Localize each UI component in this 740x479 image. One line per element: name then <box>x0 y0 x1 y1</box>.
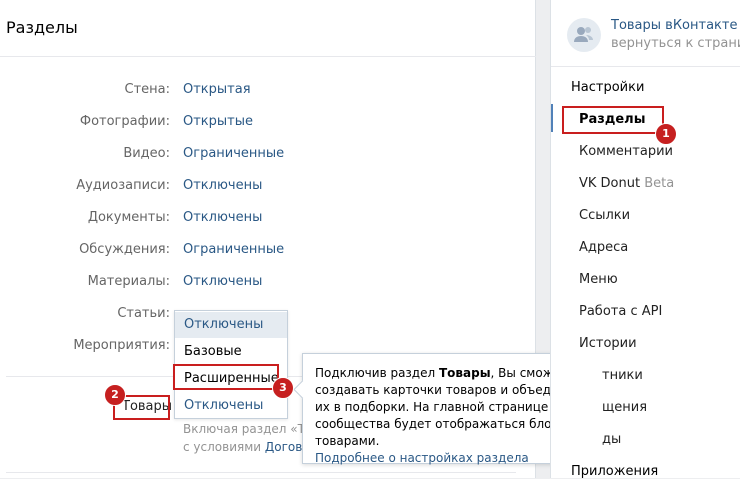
setting-label: Фотографии: <box>79 114 170 129</box>
highlight-sections <box>562 106 664 134</box>
header-divider <box>0 56 536 57</box>
setting-label: Обсуждения: <box>79 242 170 257</box>
step-badge-2: 2 <box>104 384 126 406</box>
sidebar-item-label: VK Donut <box>579 176 641 191</box>
sidebar-item-addresses[interactable]: Адреса <box>579 240 628 255</box>
community-name-link[interactable]: Товары вКонтакте <box>611 18 737 33</box>
dropdown-option-basic[interactable]: Базовые <box>175 339 287 365</box>
setting-label: Материалы: <box>87 274 170 289</box>
sidebar-divider <box>551 66 740 67</box>
setting-label: Мероприятия: <box>73 338 170 353</box>
hint-line: Включая раздел «То <box>183 422 313 436</box>
tooltip-text-prefix: Подключив раздел <box>315 366 439 380</box>
setting-value[interactable]: Открытая <box>183 82 251 97</box>
setting-row-audio: Аудиозаписи: Отключены <box>0 178 536 198</box>
section-divider-bottom <box>6 472 516 473</box>
setting-row-wall: Стена: Открытая <box>0 82 536 102</box>
sidebar-item-other[interactable]: ды <box>602 432 621 447</box>
setting-row-materials: Материалы: Отключены <box>0 274 536 294</box>
setting-value[interactable]: Ограниченные <box>183 242 284 257</box>
dropdown-current-value[interactable]: Отключены <box>175 393 287 419</box>
setting-row-discussions: Обсуждения: Ограниченные <box>0 242 536 262</box>
setting-row-photos: Фотографии: Открытые <box>0 114 536 134</box>
setting-label: Документы: <box>87 210 170 225</box>
active-indicator <box>551 104 553 132</box>
setting-label: Аудиозаписи: <box>76 178 170 193</box>
beta-badge: Beta <box>644 176 675 191</box>
highlight-extended <box>173 364 279 390</box>
setting-value[interactable]: Отключены <box>183 178 262 193</box>
sidebar-item-comments[interactable]: Комментарии <box>579 144 673 159</box>
goods-hint: Включая раздел «То с условиями Догово <box>183 420 312 456</box>
sidebar-item-apps[interactable]: Приложения <box>571 464 658 479</box>
hint-prefix: с условиями <box>183 440 265 454</box>
page-title: Разделы <box>6 18 78 37</box>
step-badge-3: 3 <box>272 377 294 399</box>
sidebar-item-members[interactable]: тники <box>602 368 643 383</box>
setting-row-video: Видео: Ограниченные <box>0 146 536 166</box>
sidebar-item-settings[interactable]: Настройки <box>571 80 644 95</box>
tooltip-more-link[interactable]: Подробнее о настройках раздела <box>315 450 589 467</box>
sidebar-item-menu[interactable]: Меню <box>579 272 618 287</box>
setting-row-docs: Документы: Отключены <box>0 210 536 230</box>
sidebar-item-vk-donut[interactable]: VK Donut Beta <box>579 176 674 191</box>
tooltip-text-bold: Товары <box>438 366 491 380</box>
setting-value[interactable]: Открытые <box>183 114 253 129</box>
hint-line: с условиями Догово <box>183 438 312 456</box>
sidebar-item-messages[interactable]: щения <box>602 400 647 415</box>
step-badge-1: 1 <box>655 123 677 145</box>
setting-label: Стена: <box>124 82 171 97</box>
setting-value[interactable]: Отключены <box>183 274 262 289</box>
setting-label: Видео: <box>123 146 170 161</box>
setting-value[interactable]: Ограниченные <box>183 146 284 161</box>
dropdown-option-disabled[interactable]: Отключены <box>175 312 287 338</box>
sidebar-item-api[interactable]: Работа с API <box>579 304 662 319</box>
settings-sidebar: Товары вКонтакте вернуться к странице На… <box>550 0 740 479</box>
setting-value[interactable]: Отключены <box>183 210 262 225</box>
back-to-page-link[interactable]: вернуться к странице <box>611 36 740 51</box>
setting-label: Статьи: <box>117 306 170 321</box>
sidebar-item-links[interactable]: Ссылки <box>579 208 630 223</box>
users-icon[interactable] <box>567 18 601 52</box>
sidebar-item-stories[interactable]: Истории <box>579 336 637 351</box>
